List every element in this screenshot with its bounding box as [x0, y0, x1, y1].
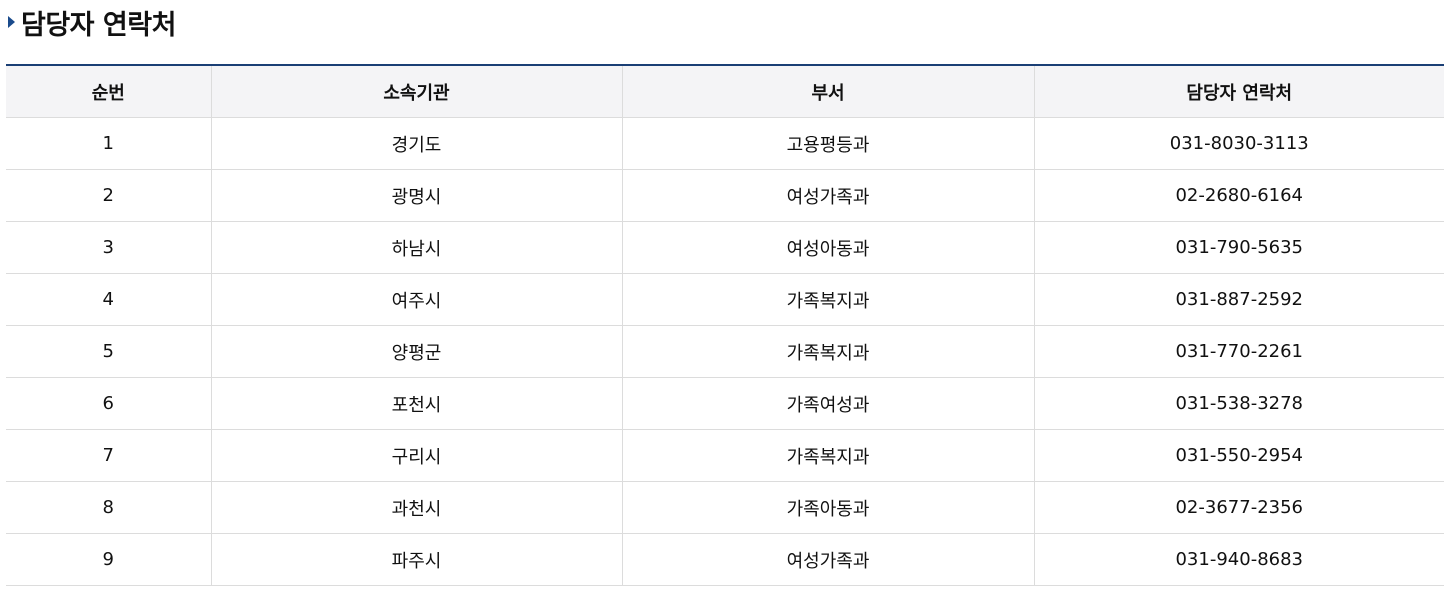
column-header-no: 순번	[6, 65, 211, 118]
table-row: 9 파주시 여성가족과 031-940-8683	[6, 533, 1444, 586]
cell-phone: 031-550-2954	[1033, 429, 1444, 482]
column-header-phone: 담당자 연락처	[1033, 65, 1444, 118]
column-header-department: 부서	[621, 65, 1034, 118]
triangle-right-icon	[8, 16, 15, 28]
table-row: 4 여주시 가족복지과 031-887-2592	[6, 273, 1444, 326]
cell-department: 가족복지과	[621, 325, 1034, 378]
cell-department: 가족복지과	[621, 273, 1034, 326]
cell-department: 가족아동과	[621, 481, 1034, 534]
cell-phone: 031-538-3278	[1033, 377, 1444, 430]
table-header-row: 순번 소속기관 부서 담당자 연락처	[6, 65, 1444, 118]
column-header-agency: 소속기관	[210, 65, 622, 118]
cell-phone: 031-940-8683	[1033, 533, 1444, 586]
cell-phone: 031-887-2592	[1033, 273, 1444, 326]
cell-agency: 양평군	[210, 325, 622, 378]
table-row: 6 포천시 가족여성과 031-538-3278	[6, 377, 1444, 430]
cell-phone: 031-790-5635	[1033, 221, 1444, 274]
cell-department: 여성아동과	[621, 221, 1034, 274]
section-heading: 담당자 연락처	[8, 0, 176, 44]
cell-no: 7	[6, 429, 211, 482]
table-row: 7 구리시 가족복지과 031-550-2954	[6, 429, 1444, 482]
cell-agency: 과천시	[210, 481, 622, 534]
cell-agency: 포천시	[210, 377, 622, 430]
cell-agency: 경기도	[210, 117, 622, 170]
cell-agency: 하남시	[210, 221, 622, 274]
cell-no: 6	[6, 377, 211, 430]
cell-agency: 여주시	[210, 273, 622, 326]
table-row: 2 광명시 여성가족과 02-2680-6164	[6, 169, 1444, 222]
cell-no: 3	[6, 221, 211, 274]
cell-agency: 광명시	[210, 169, 622, 222]
cell-department: 가족복지과	[621, 429, 1034, 482]
cell-department: 가족여성과	[621, 377, 1034, 430]
contact-table: 순번 소속기관 부서 담당자 연락처 1 경기도 고용평등과 031-8030-…	[6, 64, 1444, 586]
cell-no: 4	[6, 273, 211, 326]
cell-agency: 구리시	[210, 429, 622, 482]
cell-department: 고용평등과	[621, 117, 1034, 170]
cell-no: 1	[6, 117, 211, 170]
contact-page: 담당자 연락처 순번 소속기관 부서 담당자 연락처 1 경기도 고용평등과 0…	[0, 0, 1445, 590]
cell-no: 8	[6, 481, 211, 534]
cell-phone: 031-8030-3113	[1033, 117, 1444, 170]
cell-no: 9	[6, 533, 211, 586]
cell-phone: 02-2680-6164	[1033, 169, 1444, 222]
table-row: 8 과천시 가족아동과 02-3677-2356	[6, 481, 1444, 534]
table-row: 5 양평군 가족복지과 031-770-2261	[6, 325, 1444, 378]
cell-no: 5	[6, 325, 211, 378]
cell-department: 여성가족과	[621, 533, 1034, 586]
table-row: 3 하남시 여성아동과 031-790-5635	[6, 221, 1444, 274]
cell-agency: 파주시	[210, 533, 622, 586]
cell-department: 여성가족과	[621, 169, 1034, 222]
cell-phone: 02-3677-2356	[1033, 481, 1444, 534]
table-row: 1 경기도 고용평등과 031-8030-3113	[6, 117, 1444, 170]
page-title: 담당자 연락처	[21, 9, 176, 41]
cell-phone: 031-770-2261	[1033, 325, 1444, 378]
cell-no: 2	[6, 169, 211, 222]
